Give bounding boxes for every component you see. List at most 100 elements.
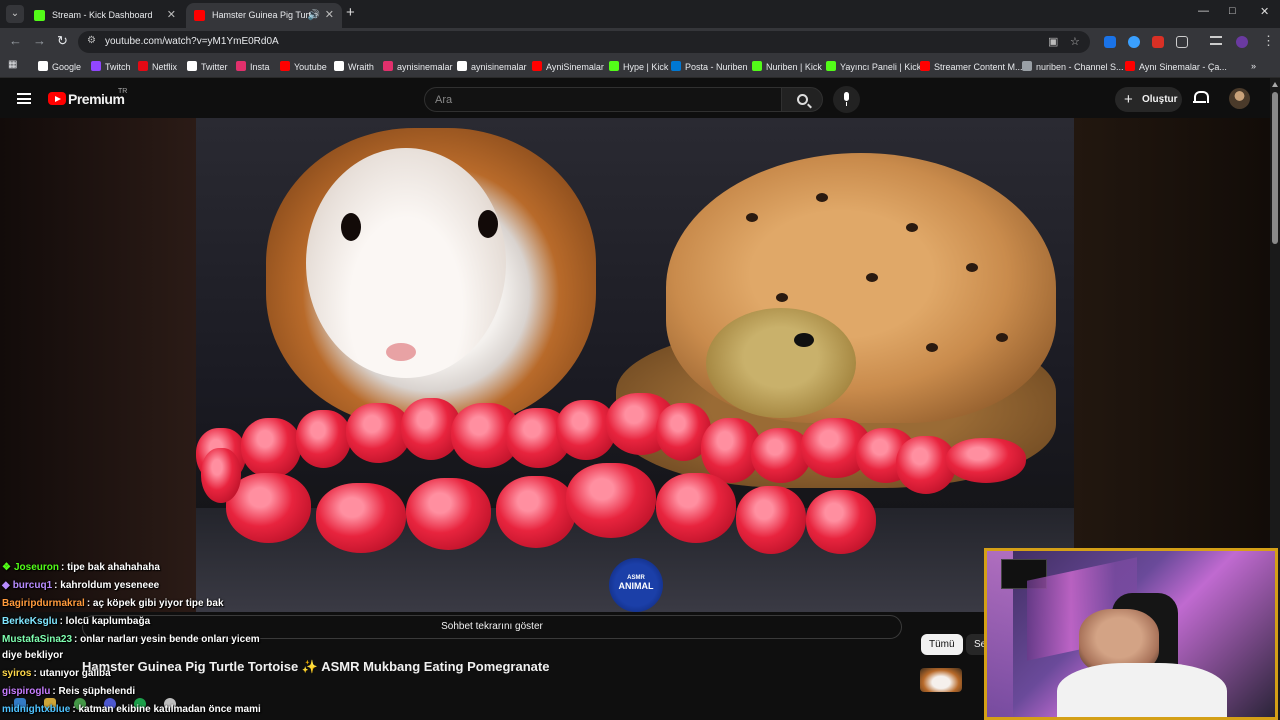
video-player[interactable]: ASMR ANIMAL [0,118,1270,612]
bookmark-label: Youtube [294,62,327,72]
extensions-puzzle-icon[interactable] [1176,36,1188,48]
bookmark-item[interactable]: Netflix [138,61,177,72]
chip-all[interactable]: Tümü [921,634,963,655]
apps-grid-icon[interactable]: ▦ [8,59,17,70]
install-app-icon[interactable]: ▣ [1048,35,1058,48]
bookmark-item[interactable]: Streamer Content M... [920,61,1023,72]
close-window-icon[interactable]: ✕ [1260,5,1269,18]
channel-watermark-badge[interactable]: ASMR ANIMAL [609,558,663,612]
bookmark-favicon-icon [187,61,197,71]
pomegranate-seed [316,483,406,553]
chat-username[interactable]: Bagiripdurmakral [2,598,85,609]
address-bar[interactable]: ⚙ youtube.com/watch?v=yM1YmE0Rd0A ▣ ☆ [78,31,1090,53]
bookmark-item[interactable]: Wraith [334,61,374,72]
menu-kebab-icon[interactable]: ⋮ [1262,33,1275,49]
scrollbar-thumb[interactable] [1272,92,1278,244]
more-bookmarks-icon[interactable]: » [1251,61,1256,71]
related-video-thumbnail[interactable] [920,668,962,692]
account-avatar[interactable] [1229,88,1250,109]
maximize-icon[interactable]: □ [1229,5,1236,17]
minimize-icon[interactable]: — [1198,5,1209,17]
back-icon[interactable]: ← [9,33,22,48]
bookmark-item[interactable]: Nuriben | Kick [752,61,822,72]
ambient-glow-left [0,118,196,612]
bookmark-favicon-icon [609,61,619,71]
bookmark-label: Aynı Sinemalar - Ça... [1139,62,1227,72]
tab-title: Hamster Guinea Pig Turtle [212,10,319,20]
voice-search-icon[interactable] [833,86,860,113]
bookmark-label: Hype | Kick [623,62,669,72]
speaker-icon[interactable]: 🔊 [308,3,320,28]
bookmark-favicon-icon [671,61,681,71]
profile-icon[interactable] [1236,36,1248,48]
guinea-pig-eye-right [478,210,498,238]
new-tab-button[interactable]: + [346,4,355,21]
bookmark-label: Twitch [105,62,131,72]
video-frame[interactable]: ASMR ANIMAL [196,118,1074,612]
close-tab-icon[interactable]: ✕ [325,3,334,28]
youtube-premium-logo-text[interactable]: Premium [68,91,125,107]
close-tab-icon[interactable]: ✕ [167,3,176,28]
bookmark-item[interactable]: AyniSinemalar [532,61,604,72]
chat-username[interactable]: gispiroglu [2,686,50,697]
chat-username[interactable]: burcuq1 [13,580,52,591]
plus-icon: + [1124,91,1133,108]
bookmark-item[interactable]: Insta [236,61,270,72]
bookmark-favicon-icon [138,61,148,71]
chat-username[interactable]: Joseuron [14,562,59,573]
forward-icon[interactable]: → [33,33,46,48]
extension-icon[interactable] [1128,36,1140,48]
browser-tab-kick-dashboard[interactable]: Stream - Kick Dashboard ✕ [26,3,184,28]
country-code: TR [118,88,128,95]
browser-tab-youtube-video[interactable]: Hamster Guinea Pig Turtle 🔊 ✕ [186,3,342,28]
bookmark-item[interactable]: aynisinemalar [457,61,527,72]
search-button[interactable] [781,87,823,112]
chat-badge-icon: ◆ [2,580,10,591]
pomegranate-seed [736,486,806,554]
bookmark-item[interactable]: Twitter [187,61,228,72]
bookmarks-bar: ▦ Google Twitch Netflix Twitter Insta Youtube… [0,55,1280,78]
bookmark-item[interactable]: Hype | Kick [609,61,668,72]
notifications-bell-icon[interactable] [1193,91,1209,104]
pomegranate-seed [496,476,576,548]
shell-spot [866,273,878,282]
bookmark-favicon-icon [752,61,762,71]
bookmark-item[interactable]: Youtube [280,61,327,72]
bookmark-star-icon[interactable]: ☆ [1070,35,1080,48]
site-info-icon[interactable]: ⚙ [87,35,96,46]
chat-username[interactable]: syiros [2,668,31,679]
bookmark-item[interactable]: Twitch [91,61,131,72]
shell-spot [776,293,788,302]
youtube-logo-icon[interactable] [48,92,66,105]
create-button[interactable]: + Oluştur [1115,87,1182,112]
pomegranate-seed [241,418,301,478]
chat-message-text: : katman ekibine katılmadan önce mami [72,704,261,715]
search-box[interactable] [424,87,782,112]
chat-username[interactable]: midnightxblue [2,704,70,715]
extension-badge-icon[interactable] [1152,36,1164,48]
bookmark-label: Nuriben | Kick [766,62,822,72]
chat-message-text: : utanıyor galiba [33,668,111,679]
turtle-head [706,308,856,418]
bookmark-item[interactable]: Google [38,61,81,72]
bookmark-item[interactable]: Posta - Nuriben [671,61,748,72]
bookmark-item[interactable]: Aynı Sinemalar - Ça... [1125,61,1227,72]
pomegranate-seed [296,410,351,468]
chat-username[interactable]: MustafaSina23 [2,634,72,645]
video-title-part1: Hamster Guinea Pig Turtle Tortoise [82,659,299,674]
guide-menu-icon[interactable] [17,93,31,104]
bookmark-label: AyniSinemalar [546,62,604,72]
bookmark-item[interactable]: nuriben - Channel S... [1022,61,1124,72]
reading-list-icon[interactable] [1210,36,1222,45]
scroll-up-icon[interactable] [1272,82,1278,87]
reload-icon[interactable]: ↻ [57,33,68,49]
extension-shield-icon[interactable] [1104,36,1116,48]
bookmark-item[interactable]: aynisinemalar [383,61,453,72]
youtube-icon [194,10,205,21]
search-input[interactable] [435,92,765,108]
url-text[interactable]: youtube.com/watch?v=yM1YmE0Rd0A [105,36,279,47]
shell-spot [996,333,1008,342]
tab-search-button[interactable]: ⌄ [6,5,24,23]
bookmark-item[interactable]: Yayıncı Paneli | Kick [826,61,921,72]
chat-username[interactable]: BerkeKsglu [2,616,58,627]
